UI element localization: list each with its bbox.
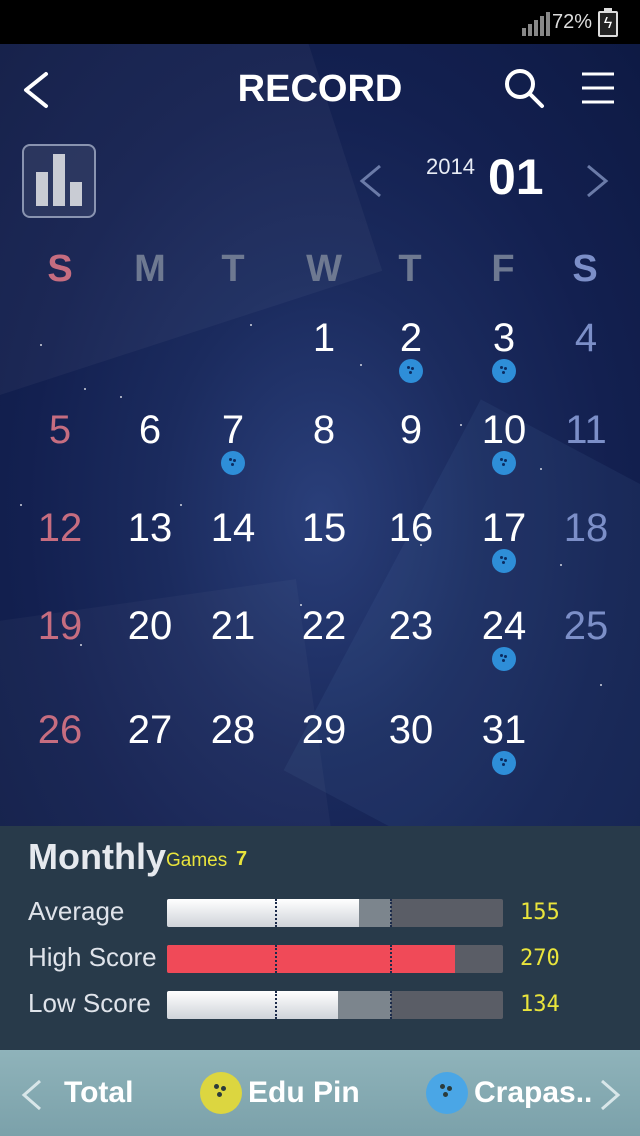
tab-next-chevron-icon[interactable] bbox=[596, 1078, 624, 1112]
battery-charging-icon: ϟ bbox=[598, 8, 618, 37]
next-month-chevron-icon[interactable] bbox=[582, 162, 612, 200]
calendar-day[interactable]: 3 bbox=[464, 316, 544, 360]
calendar-day[interactable]: 10 bbox=[464, 408, 544, 452]
monthly-title: Monthly bbox=[28, 836, 166, 877]
month-label: 01 bbox=[488, 149, 544, 205]
search-icon[interactable] bbox=[502, 66, 546, 110]
calendar-day[interactable]: 31 bbox=[464, 708, 544, 752]
weekday-thursday: T bbox=[398, 248, 422, 290]
calendar-day[interactable]: 7 bbox=[193, 408, 273, 452]
low-score-label: Low Score bbox=[28, 988, 151, 1018]
signal-icon bbox=[522, 12, 552, 36]
games-count: 7 bbox=[236, 848, 248, 870]
bowling-ball-icon bbox=[200, 1072, 242, 1114]
games-label: Games bbox=[166, 850, 228, 871]
calendar-day[interactable]: 12 bbox=[20, 506, 100, 550]
calendar-day[interactable]: 2 bbox=[371, 316, 451, 360]
bowling-ball-icon bbox=[399, 359, 423, 383]
bowling-ball-icon bbox=[492, 359, 516, 383]
high-score-bar bbox=[167, 945, 503, 973]
calendar-day[interactable]: 13 bbox=[110, 506, 190, 550]
weekday-tuesday: T bbox=[221, 248, 245, 290]
high-score-value: 270 bbox=[520, 946, 560, 971]
tab-total[interactable]: Total bbox=[64, 1076, 133, 1110]
calendar-day[interactable]: 19 bbox=[20, 604, 100, 648]
calendar-day[interactable]: 5 bbox=[20, 408, 100, 452]
battery-percent: 72% bbox=[551, 11, 592, 33]
weekday-sunday: S bbox=[47, 248, 73, 290]
high-score-label: High Score bbox=[28, 942, 157, 972]
weekday-saturday: S bbox=[572, 248, 598, 290]
calendar-day[interactable]: 8 bbox=[284, 408, 364, 452]
calendar-day[interactable]: 30 bbox=[371, 708, 451, 752]
bowling-ball-icon bbox=[426, 1072, 468, 1114]
bowling-ball-icon bbox=[492, 647, 516, 671]
tab-edu-pin[interactable]: Edu Pin bbox=[248, 1076, 360, 1110]
status-bar: 72% ϟ bbox=[0, 0, 640, 44]
calendar-day[interactable]: 17 bbox=[464, 506, 544, 550]
calendar-day[interactable]: 27 bbox=[110, 708, 190, 752]
calendar-day[interactable]: 24 bbox=[464, 604, 544, 648]
calendar-day[interactable]: 18 bbox=[546, 506, 626, 550]
tab-crapas[interactable]: Crapas.. bbox=[474, 1076, 592, 1110]
weekday-friday: F bbox=[491, 248, 515, 290]
calendar-day[interactable]: 26 bbox=[20, 708, 100, 752]
calendar-day[interactable]: 11 bbox=[546, 408, 626, 452]
low-score-value: 134 bbox=[520, 992, 560, 1017]
calendar-day[interactable]: 21 bbox=[193, 604, 273, 648]
average-value: 155 bbox=[520, 900, 560, 925]
weekday-monday: M bbox=[134, 248, 166, 290]
bowling-ball-icon bbox=[492, 549, 516, 573]
bowling-ball-icon bbox=[492, 451, 516, 475]
prev-month-chevron-icon[interactable] bbox=[356, 162, 386, 200]
calendar-day[interactable]: 25 bbox=[546, 604, 626, 648]
calendar-day[interactable]: 29 bbox=[284, 708, 364, 752]
calendar-day[interactable]: 22 bbox=[284, 604, 364, 648]
calendar-day[interactable]: 4 bbox=[546, 316, 626, 360]
average-bar bbox=[167, 899, 503, 927]
low-score-bar bbox=[167, 991, 503, 1019]
tab-prev-chevron-icon[interactable] bbox=[18, 1078, 46, 1112]
menu-icon[interactable] bbox=[578, 70, 618, 106]
calendar-day[interactable]: 6 bbox=[110, 408, 190, 452]
bowling-ball-icon bbox=[492, 751, 516, 775]
calendar-day[interactable]: 14 bbox=[193, 506, 273, 550]
calendar-day[interactable]: 20 bbox=[110, 604, 190, 648]
year-label: 2014 bbox=[426, 154, 475, 179]
calendar-day[interactable]: 16 bbox=[371, 506, 451, 550]
calendar-day[interactable]: 28 bbox=[193, 708, 273, 752]
weekday-wednesday: W bbox=[306, 248, 342, 290]
calendar-day[interactable]: 23 bbox=[371, 604, 451, 648]
calendar-day[interactable]: 15 bbox=[284, 506, 364, 550]
average-label: Average bbox=[28, 896, 125, 926]
calendar-day[interactable]: 1 bbox=[284, 316, 364, 360]
bar-chart-icon[interactable] bbox=[22, 144, 96, 218]
bowling-ball-icon bbox=[221, 451, 245, 475]
calendar-day[interactable]: 9 bbox=[371, 408, 451, 452]
